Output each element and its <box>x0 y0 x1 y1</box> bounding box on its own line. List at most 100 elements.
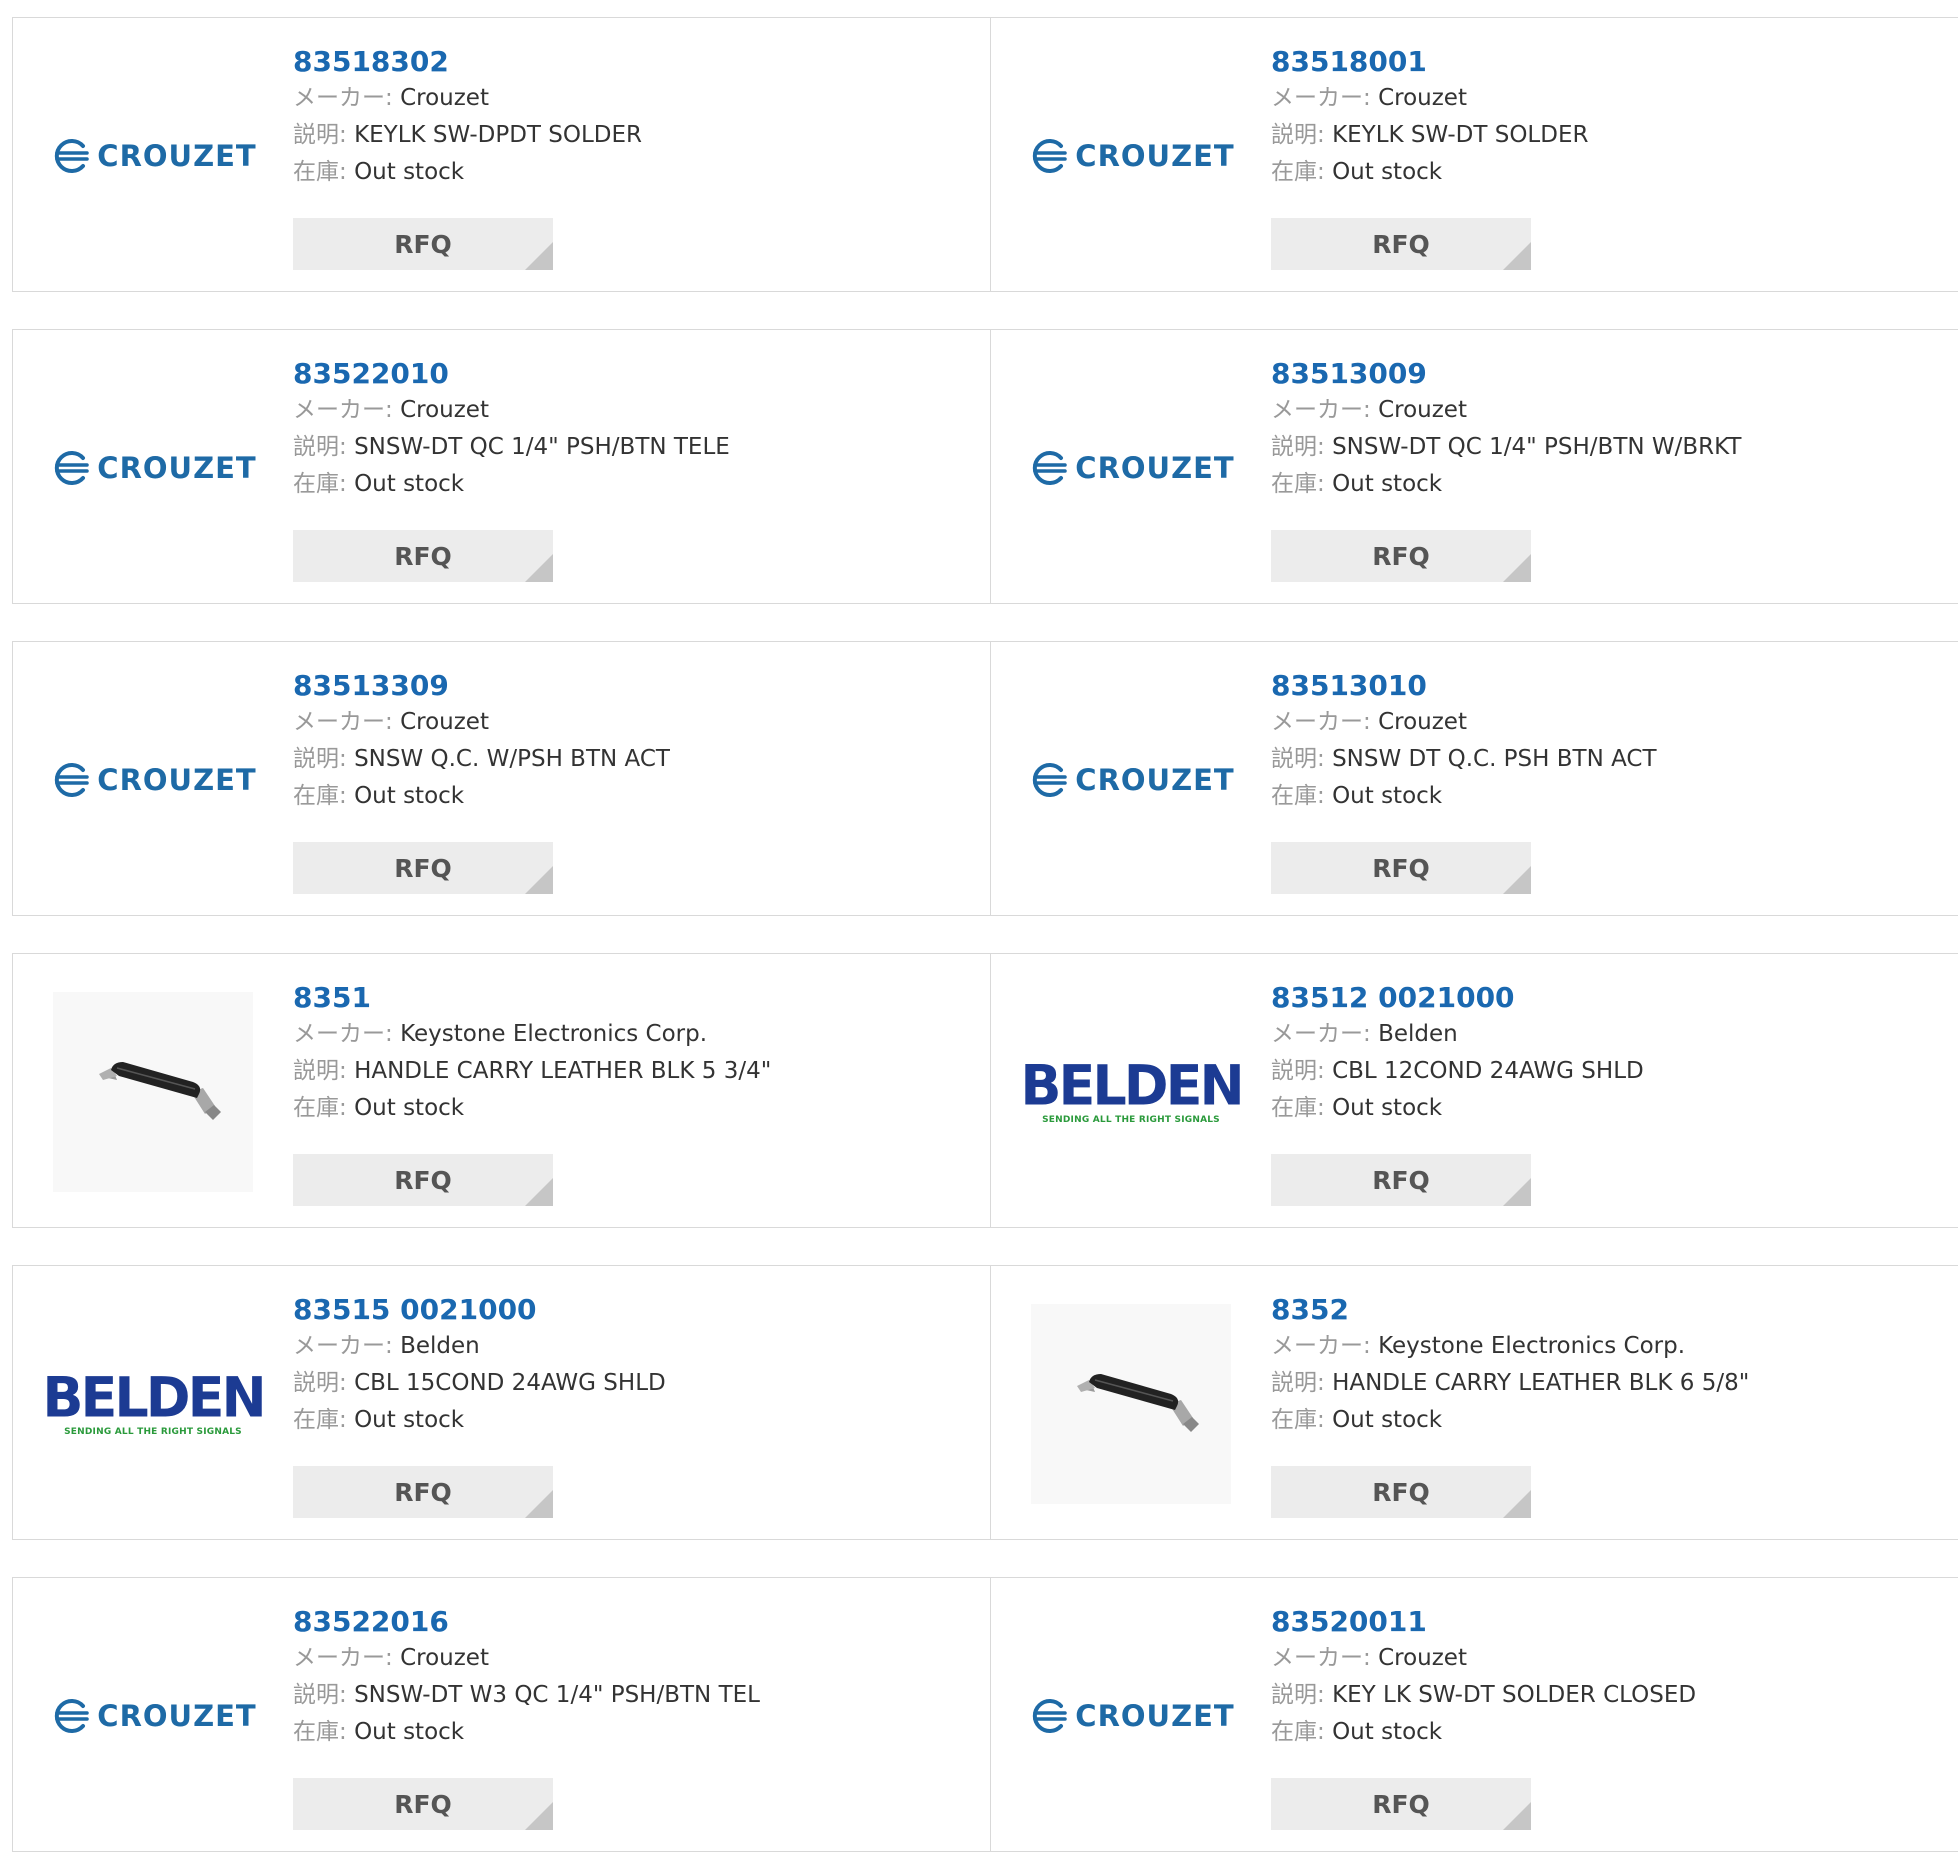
product-card: CROUZET 83513010 メーカー: Crouzet 説明: SNSW … <box>990 641 1958 916</box>
product-info: 83522010 メーカー: Crouzet 説明: SNSW-DT QC 1/… <box>293 356 980 503</box>
maker-row: メーカー: Crouzet <box>293 392 980 429</box>
product-card: CROUZET 83522010 メーカー: Crouzet 説明: SNSW-… <box>12 329 990 604</box>
description-value: KEY LK SW-DT SOLDER CLOSED <box>1332 1682 1697 1708</box>
rfq-button[interactable]: RFQ <box>1271 1466 1531 1518</box>
rfq-button[interactable]: RFQ <box>293 530 553 582</box>
description-label: 説明: <box>293 1370 347 1396</box>
stock-row: 在庫: Out stock <box>293 1402 980 1439</box>
rfq-button[interactable]: RFQ <box>293 1466 553 1518</box>
product-info: 83520011 メーカー: Crouzet 説明: KEY LK SW-DT … <box>1271 1604 1948 1751</box>
maker-row: メーカー: Keystone Electronics Corp. <box>1271 1328 1948 1365</box>
part-number-link[interactable]: 83513309 <box>293 668 980 704</box>
corner-triangle-icon <box>525 554 553 582</box>
rfq-button[interactable]: RFQ <box>293 218 553 270</box>
product-card: CROUZET 83518001 メーカー: Crouzet 説明: KEYLK… <box>990 17 1958 292</box>
description-value: SNSW Q.C. W/PSH BTN ACT <box>354 746 670 772</box>
manufacturer-logo[interactable]: CROUZET <box>1031 368 1234 568</box>
stock-value: Out stock <box>354 471 465 497</box>
maker-value: Crouzet <box>400 1645 489 1671</box>
part-number-link[interactable]: 83513009 <box>1271 356 1948 392</box>
stock-label: 在庫: <box>293 1095 347 1121</box>
manufacturer-logo[interactable] <box>53 992 253 1192</box>
description-value: SNSW-DT W3 QC 1/4" PSH/BTN TEL <box>354 1682 760 1708</box>
stock-label: 在庫: <box>293 159 347 185</box>
rfq-label: RFQ <box>394 1165 452 1195</box>
stock-value: Out stock <box>354 1407 465 1433</box>
rfq-button[interactable]: RFQ <box>1271 530 1531 582</box>
description-label: 説明: <box>293 1682 347 1708</box>
crouzet-emblem-icon <box>1033 1699 1068 1733</box>
maker-value: Belden <box>1378 1021 1458 1047</box>
rfq-button[interactable]: RFQ <box>293 1778 553 1830</box>
part-number-link[interactable]: 8351 <box>293 980 980 1016</box>
part-number-link[interactable]: 83515 0021000 <box>293 1292 980 1328</box>
rfq-button[interactable]: RFQ <box>1271 1778 1531 1830</box>
part-number-link[interactable]: 83522010 <box>293 356 980 392</box>
part-number-link[interactable]: 8352 <box>1271 1292 1948 1328</box>
crouzet-logo: CROUZET <box>49 762 256 798</box>
product-info: 83518302 メーカー: Crouzet 説明: KEYLK SW-DPDT… <box>293 44 980 191</box>
crouzet-wordmark: CROUZET <box>97 1699 257 1733</box>
description-row: 説明: SNSW DT Q.C. PSH BTN ACT <box>1271 741 1948 778</box>
manufacturer-logo[interactable] <box>1031 1304 1231 1504</box>
manufacturer-logo[interactable]: CROUZET <box>53 368 257 568</box>
part-number-link[interactable]: 83518302 <box>293 44 980 80</box>
rfq-button[interactable]: RFQ <box>293 842 553 894</box>
description-label: 説明: <box>293 746 347 772</box>
part-number-link[interactable]: 83512 0021000 <box>1271 980 1948 1016</box>
rfq-button[interactable]: RFQ <box>293 1154 553 1206</box>
manufacturer-logo[interactable]: BELDEN SENDING ALL THE RIGHT SIGNALS <box>1020 992 1244 1192</box>
manufacturer-logo[interactable]: BELDEN SENDING ALL THE RIGHT SIGNALS <box>42 1304 266 1504</box>
stock-row: 在庫: Out stock <box>1271 778 1948 815</box>
part-number-link[interactable]: 83520011 <box>1271 1604 1948 1640</box>
part-number-link[interactable]: 83522016 <box>293 1604 980 1640</box>
crouzet-wordmark: CROUZET <box>97 451 257 485</box>
stock-row: 在庫: Out stock <box>293 466 980 503</box>
crouzet-emblem-icon <box>55 1699 90 1733</box>
description-row: 説明: SNSW-DT W3 QC 1/4" PSH/BTN TEL <box>293 1677 980 1714</box>
rfq-label: RFQ <box>394 853 452 883</box>
stock-label: 在庫: <box>1271 159 1325 185</box>
rfq-button[interactable]: RFQ <box>1271 842 1531 894</box>
stock-value: Out stock <box>1332 1719 1443 1745</box>
maker-value: Crouzet <box>1378 709 1467 735</box>
product-info: 83513010 メーカー: Crouzet 説明: SNSW DT Q.C. … <box>1271 668 1948 815</box>
rfq-button[interactable]: RFQ <box>1271 1154 1531 1206</box>
corner-triangle-icon <box>525 1178 553 1206</box>
rfq-button[interactable]: RFQ <box>1271 218 1531 270</box>
maker-label: メーカー: <box>293 709 393 735</box>
belden-wordmark: BELDEN <box>1020 1053 1244 1118</box>
corner-triangle-icon <box>525 866 553 894</box>
maker-label: メーカー: <box>1271 397 1371 423</box>
corner-triangle-icon <box>1503 1178 1531 1206</box>
corner-triangle-icon <box>1503 554 1531 582</box>
product-card: CROUZET 83520011 メーカー: Crouzet 説明: KEY L… <box>990 1577 1958 1852</box>
stock-value: Out stock <box>354 159 465 185</box>
maker-value: Crouzet <box>400 397 489 423</box>
corner-triangle-icon <box>1503 1802 1531 1830</box>
product-card: 8352 メーカー: Keystone Electronics Corp. 説明… <box>990 1265 1958 1540</box>
part-number-link[interactable]: 83513010 <box>1271 668 1948 704</box>
description-value: CBL 15COND 24AWG SHLD <box>354 1370 666 1396</box>
maker-row: メーカー: Belden <box>293 1328 980 1365</box>
stock-row: 在庫: Out stock <box>1271 154 1948 191</box>
manufacturer-logo[interactable]: CROUZET <box>53 56 256 256</box>
stock-value: Out stock <box>354 783 465 809</box>
maker-value: Crouzet <box>400 709 489 735</box>
crouzet-wordmark: CROUZET <box>1075 1699 1235 1733</box>
description-label: 説明: <box>1271 434 1325 460</box>
maker-label: メーカー: <box>1271 1333 1371 1359</box>
stock-label: 在庫: <box>1271 1407 1325 1433</box>
manufacturer-logo[interactable]: CROUZET <box>53 1616 256 1816</box>
manufacturer-logo[interactable]: CROUZET <box>1031 1616 1235 1816</box>
description-row: 説明: KEYLK SW-DT SOLDER <box>1271 117 1948 154</box>
manufacturer-logo[interactable]: CROUZET <box>53 680 256 880</box>
crouzet-logo: CROUZET <box>49 1698 256 1734</box>
manufacturer-logo[interactable]: CROUZET <box>1031 56 1234 256</box>
maker-value: Crouzet <box>1378 397 1467 423</box>
description-value: HANDLE CARRY LEATHER BLK 6 5/8" <box>1332 1370 1750 1396</box>
maker-label: メーカー: <box>293 85 393 111</box>
stock-value: Out stock <box>1332 471 1443 497</box>
part-number-link[interactable]: 83518001 <box>1271 44 1948 80</box>
manufacturer-logo[interactable]: CROUZET <box>1031 680 1234 880</box>
